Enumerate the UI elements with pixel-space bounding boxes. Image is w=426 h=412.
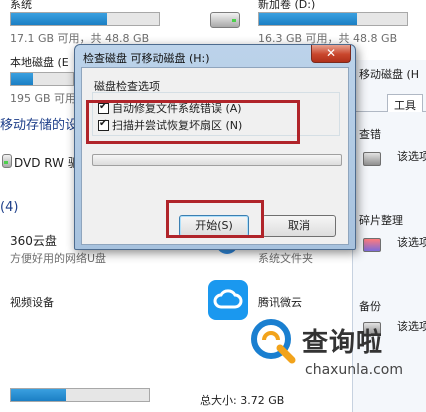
video-device-label[interactable]: 视频设备 bbox=[10, 294, 54, 310]
system-folder-label: 系统文件夹 bbox=[258, 252, 313, 265]
options-highlight-box bbox=[86, 100, 300, 144]
check-disk-icon bbox=[363, 152, 381, 166]
backup-section-text: 该选项 bbox=[397, 320, 426, 333]
tab-tools[interactable]: 工具 bbox=[387, 94, 423, 112]
defrag-icon bbox=[363, 238, 381, 252]
drive-d-usage-fill bbox=[259, 13, 357, 25]
cloud360-title[interactable]: 360云盘 bbox=[10, 232, 57, 249]
drive-c-usage-bar bbox=[10, 12, 160, 26]
properties-tabs: 工具 bbox=[353, 92, 426, 112]
hard-drive-icon bbox=[210, 12, 240, 28]
watermark-brand: 查询啦 bbox=[302, 328, 384, 358]
dialog-close-button[interactable]: ✕ bbox=[311, 45, 351, 63]
cloud360-description: 方便好用的网络U盘 bbox=[10, 252, 107, 265]
dvd-drive-icon bbox=[2, 154, 12, 168]
watermark-url: chaxunla.com bbox=[305, 362, 403, 378]
cancel-button[interactable]: 取消 bbox=[262, 215, 336, 237]
local-disk-size-text: 195 GB 可用 bbox=[10, 92, 77, 105]
dialog-title: 检查磁盘 可移动磁盘 (H:) bbox=[83, 52, 210, 65]
total-size-text: 总大小: 3.72 GB bbox=[200, 394, 285, 407]
tencent-cloud-label[interactable]: 腾讯微云 bbox=[258, 294, 302, 310]
local-disk-usage-bar bbox=[10, 72, 74, 86]
tencent-cloud-icon[interactable] bbox=[208, 280, 248, 320]
drive-properties-panel: 移动磁盘 (H 工具 查错 该选项 碎片整理 该选项 备份 该选项 bbox=[352, 60, 426, 412]
other-section-count: (4) bbox=[0, 200, 19, 215]
removable-section-header[interactable]: 移动存储的设 bbox=[0, 114, 78, 133]
backup-section-title: 备份 bbox=[359, 300, 381, 313]
defrag-section-title: 碎片整理 bbox=[359, 214, 403, 227]
drive-d-label[interactable]: 新加卷 (D:) bbox=[258, 0, 315, 12]
drive-c-label[interactable]: 系统 bbox=[10, 0, 32, 12]
chaxunla-logo-icon bbox=[250, 318, 296, 364]
local-disk-usage-fill bbox=[11, 73, 33, 85]
check-section-text: 该选项 bbox=[397, 150, 426, 163]
bottom-usage-bar bbox=[10, 388, 150, 402]
bottom-usage-fill bbox=[11, 389, 67, 401]
drive-c-usage-fill bbox=[11, 13, 108, 25]
local-disk-label[interactable]: 本地磁盘 (E bbox=[10, 54, 69, 70]
defrag-section-text: 该选项 bbox=[397, 236, 426, 249]
start-button-highlight-box bbox=[166, 200, 264, 238]
dvd-drive-label[interactable]: DVD RW 驱 bbox=[14, 154, 80, 171]
check-section-title: 查错 bbox=[359, 128, 381, 141]
properties-title: 移动磁盘 (H bbox=[359, 68, 420, 81]
drive-d-usage-bar bbox=[258, 12, 408, 26]
check-progress-bar bbox=[92, 154, 342, 166]
